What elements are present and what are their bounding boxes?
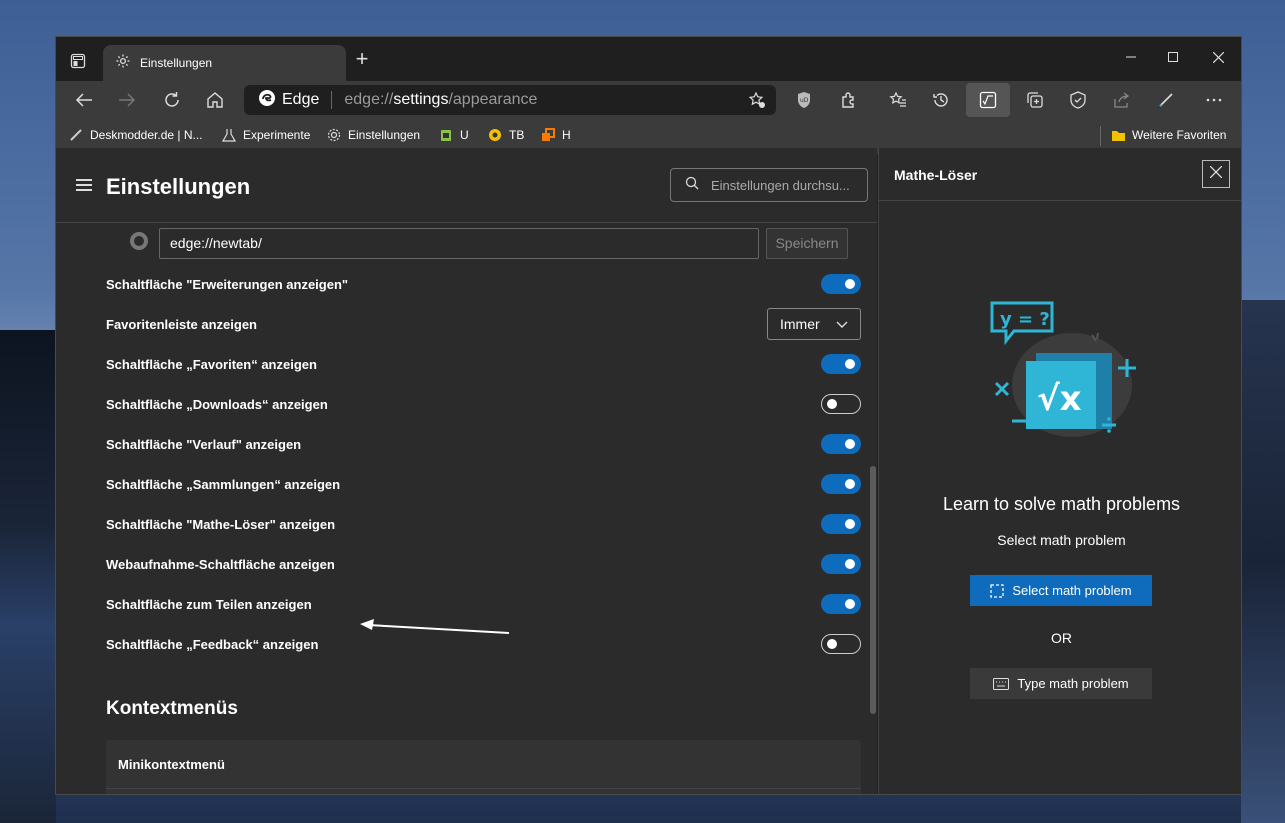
browser-window: Einstellungen + Edge edge://settings/app… <box>55 36 1242 795</box>
extension-icon <box>439 128 453 142</box>
favorite-deskmodder[interactable]: Deskmodder.de | N... <box>69 128 203 142</box>
setting-row-downloads: Schaltfläche „Downloads“ anzeigen <box>106 384 861 424</box>
search-icon <box>685 176 699 195</box>
keyboard-icon <box>993 677 1010 690</box>
favorite-einstellungen[interactable]: Einstellungen <box>327 128 420 142</box>
math-solver-illustration: y = ? √x <box>990 301 1136 437</box>
math-solver-panel: Mathe-Löser y = ? √x Learn to solve math… <box>878 148 1241 794</box>
address-separator <box>331 91 333 109</box>
back-icon[interactable] <box>73 89 95 111</box>
search-placeholder: Einstellungen durchsu... <box>711 177 850 193</box>
favorites-icon[interactable] <box>887 89 909 111</box>
close-window-button[interactable] <box>1195 43 1241 71</box>
address-bar[interactable]: Edge edge://settings/appearance <box>244 85 776 115</box>
edge-brand-label: Edge <box>282 91 320 108</box>
extensions-icon[interactable] <box>838 89 860 111</box>
chevron-down-icon <box>836 316 848 332</box>
maximize-button[interactable] <box>1150 43 1196 71</box>
url-text: edge://settings/appearance <box>344 91 538 108</box>
forward-icon[interactable] <box>116 89 138 111</box>
settings-search-input[interactable]: Einstellungen durchsu... <box>670 168 868 202</box>
tab-actions-icon[interactable] <box>68 51 88 71</box>
favorite-u[interactable]: U <box>439 128 469 142</box>
minimize-button[interactable] <box>1108 43 1154 71</box>
gear-icon <box>327 128 341 142</box>
setting-row-history: Schaltfläche "Verlauf" anzeigen <box>106 424 861 464</box>
toolbar: Edge edge://settings/appearance uD <box>56 81 1241 119</box>
setting-row-web-capture: Webaufnahme-Schaltfläche anzeigen <box>106 544 861 584</box>
settings-scrollbar[interactable] <box>870 466 876 714</box>
add-favorite-icon[interactable] <box>748 91 766 114</box>
wallpaper-trees <box>0 330 56 823</box>
close-panel-button[interactable] <box>1202 160 1230 188</box>
tab-settings[interactable]: Einstellungen <box>103 45 346 81</box>
favorites-bar-dropdown[interactable]: Immer <box>767 308 861 340</box>
close-icon <box>1209 165 1223 183</box>
math-solver-icon[interactable] <box>966 83 1010 117</box>
share-icon[interactable] <box>1111 89 1133 111</box>
side-panel-heading: Learn to solve math problems <box>942 494 1181 514</box>
menu-icon[interactable] <box>76 179 92 191</box>
svg-text:y = ?: y = ? <box>1000 309 1050 330</box>
coin-icon <box>488 128 502 142</box>
flask-icon <box>222 128 236 142</box>
svg-text:uD: uD <box>800 97 809 104</box>
page-title: Einstellungen <box>106 174 251 199</box>
browser-essentials-icon[interactable] <box>1067 89 1089 111</box>
newtab-radio[interactable] <box>130 232 148 250</box>
history-icon[interactable] <box>930 89 952 111</box>
wallpaper-mountain <box>1241 300 1285 823</box>
side-panel-subheading: Select math problem <box>997 532 1126 548</box>
refresh-icon[interactable] <box>161 89 183 111</box>
svg-text:√x: √x <box>1037 379 1082 419</box>
toggle-math-solver[interactable] <box>821 514 861 534</box>
favorite-experimente[interactable]: Experimente <box>222 128 310 142</box>
toggle-downloads[interactable] <box>821 394 861 414</box>
title-bar: Einstellungen + <box>56 37 1241 81</box>
toggle-collections[interactable] <box>821 474 861 494</box>
side-panel-header: Mathe-Löser <box>879 148 1241 201</box>
setting-row-collections: Schaltfläche „Sammlungen“ anzeigen <box>106 464 861 504</box>
settings-header: Einstellungen Einstellungen durchsu... <box>56 148 877 223</box>
ublock-extension-icon[interactable]: uD <box>793 89 815 111</box>
gear-icon <box>115 53 131 74</box>
settings-page: Einstellungen Einstellungen durchsu... e… <box>56 148 877 794</box>
new-tab-button[interactable]: + <box>352 48 372 70</box>
newtab-url-input[interactable]: edge://newtab/ <box>159 228 759 259</box>
pen-icon <box>69 128 83 142</box>
setting-row-favorites-bar: Favoritenleiste anzeigen Immer <box>106 304 861 344</box>
favorite-tb[interactable]: TB <box>488 128 524 142</box>
favorites-separator <box>1100 126 1101 146</box>
collections-icon[interactable] <box>1024 89 1046 111</box>
context-menus-heading: Kontextmenüs <box>106 698 238 719</box>
more-options-icon[interactable] <box>1203 89 1225 111</box>
other-favorites-folder[interactable]: Weitere Favoriten <box>1111 128 1226 142</box>
favorite-h[interactable]: H <box>541 128 571 142</box>
type-math-problem-button[interactable]: Type math problem <box>970 668 1152 699</box>
toggle-history[interactable] <box>821 434 861 454</box>
tab-title: Einstellungen <box>140 56 213 70</box>
annotation-arrow <box>360 619 510 634</box>
save-button[interactable]: Speichern <box>766 228 848 259</box>
toggle-web-capture[interactable] <box>821 554 861 574</box>
side-panel-title: Mathe-Löser <box>894 167 978 183</box>
select-math-problem-button[interactable]: Select math problem <box>970 575 1152 606</box>
toggle-share[interactable] <box>821 594 861 614</box>
toggle-favorites[interactable] <box>821 354 861 374</box>
setting-row-extensions: Schaltfläche "Erweiterungen anzeigen" <box>106 264 861 304</box>
or-separator-text: OR <box>1051 630 1072 646</box>
home-icon[interactable] <box>204 89 226 111</box>
share-icon <box>541 128 555 142</box>
toggle-feedback[interactable] <box>821 634 861 654</box>
edge-logo-icon <box>258 89 276 112</box>
setting-row-favorites: Schaltfläche „Favoriten“ anzeigen <box>106 344 861 384</box>
mini-context-menu-card: Minikontextmenü <box>106 740 861 794</box>
folder-icon <box>1111 128 1125 142</box>
setting-row-math-solver: Schaltfläche "Mathe-Löser" anzeigen <box>106 504 861 544</box>
selection-icon <box>990 583 1005 598</box>
toggle-extensions[interactable] <box>821 274 861 294</box>
web-capture-icon[interactable] <box>1155 89 1177 111</box>
